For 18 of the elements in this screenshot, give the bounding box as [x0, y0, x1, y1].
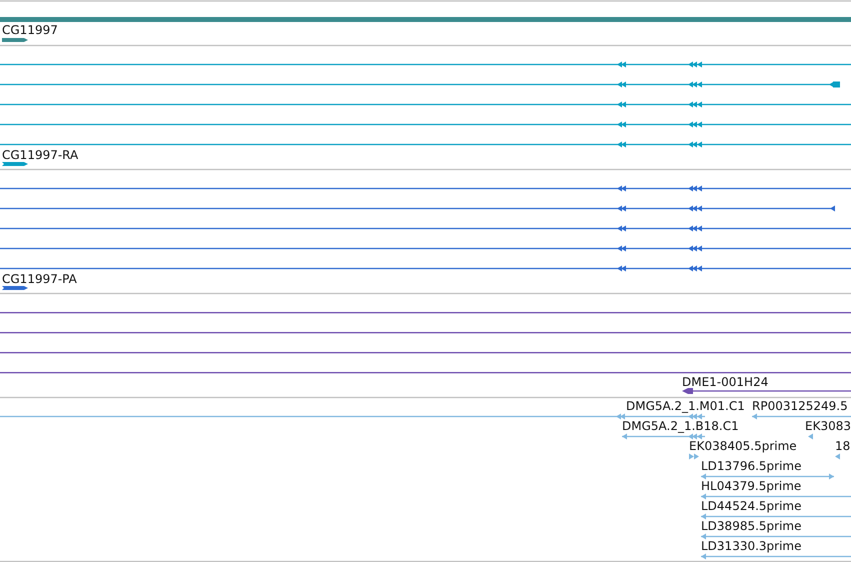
transcript-arrow-icon — [2, 162, 28, 166]
gene-label: CG11997 — [2, 23, 58, 37]
est-label: RP003125249.5 — [752, 399, 848, 413]
est-label: LD31330.3prime — [701, 539, 802, 553]
est-label: HL04379.5prime — [701, 479, 802, 493]
est-label: 18 — [835, 439, 850, 453]
gene-arrow-icon — [2, 38, 28, 42]
est-label: DMG5A.2_1.M01.C1 — [626, 399, 745, 413]
transcript-label: CG11997-RA — [2, 148, 78, 162]
est-label: EK038405.5prime — [689, 439, 797, 453]
est-label: LD44524.5prime — [701, 499, 802, 513]
est-label: EK3083 — [805, 419, 851, 433]
est-label: LD38985.5prime — [701, 519, 802, 533]
est-label: DMG5A.2_1.B18.C1 — [622, 419, 739, 433]
transcript-label: CG11997-PA — [2, 272, 77, 286]
clone-label: DME1-001H24 — [682, 375, 768, 389]
transcript-arrow-icon — [2, 286, 28, 290]
est-label: LD13796.5prime — [701, 459, 802, 473]
